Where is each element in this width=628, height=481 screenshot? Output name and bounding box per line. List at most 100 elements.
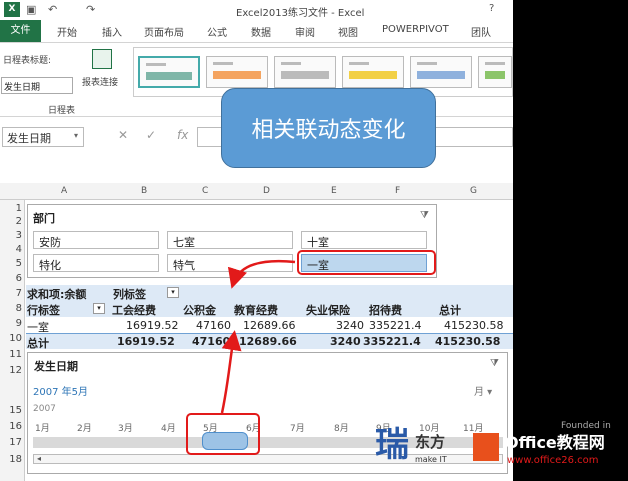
row-header[interactable]: 3 xyxy=(0,230,22,241)
callout-shape[interactable]: 相关联动态变化 xyxy=(221,88,436,168)
column-header-e[interactable]: E xyxy=(331,186,337,196)
pivot-cell[interactable]: 3240 xyxy=(336,319,364,332)
row-header[interactable]: 9 xyxy=(0,318,22,329)
pivot-col-header[interactable]: 失业保险 xyxy=(306,302,350,318)
watermark-founded: Founded in xyxy=(561,421,611,431)
timeline-style-2[interactable] xyxy=(206,56,268,88)
timeline-caption-label: 日程表标题: xyxy=(3,56,52,66)
month-label[interactable]: 2月 xyxy=(77,421,92,434)
pivot-col-header[interactable]: 工会经费 xyxy=(112,302,156,318)
name-box-dropdown-icon[interactable]: ▾ xyxy=(74,131,78,140)
month-label[interactable]: 7月 xyxy=(290,421,305,434)
month-label[interactable]: 4月 xyxy=(161,421,176,434)
clear-filter-icon[interactable]: ⧩ xyxy=(420,210,429,221)
pivot-cell[interactable]: 415230.58 xyxy=(444,319,504,332)
pivot-cell[interactable]: 12689.66 xyxy=(239,335,297,348)
row-header[interactable]: 16 xyxy=(0,421,22,432)
undo-icon[interactable]: ↶ xyxy=(48,3,57,16)
pivot-col-header[interactable]: 教育经费 xyxy=(234,302,278,318)
slicer-item-teqi[interactable]: 特气 xyxy=(167,254,293,272)
pivot-cell[interactable]: 47160 xyxy=(192,335,230,348)
column-header-f[interactable]: F xyxy=(395,186,400,196)
pivot-row-label[interactable]: 行标签 xyxy=(27,302,60,318)
row-header[interactable]: 17 xyxy=(0,437,22,448)
month-label[interactable]: 8月 xyxy=(334,421,349,434)
row-header[interactable]: 10 xyxy=(0,333,22,344)
column-filter-dropdown-icon[interactable]: ▾ xyxy=(167,287,179,298)
title-bar: X ▣ ↶ ↷ Excel2013练习文件 - Excel ? xyxy=(0,0,513,20)
timeline-style-5[interactable] xyxy=(410,56,472,88)
ribbon-tabs: 文件 开始 插入 页面布局 公式 数据 审阅 视图 POWERPIVOT 团队 xyxy=(0,20,513,42)
row-header[interactable]: 18 xyxy=(0,454,22,465)
pivot-cell[interactable]: 47160 xyxy=(196,319,231,332)
timeline-caption-input[interactable]: 发生日期 xyxy=(1,77,73,94)
pivot-cell[interactable]: 16919.52 xyxy=(126,319,179,332)
pivot-cell[interactable]: 335221.4 xyxy=(363,335,421,348)
timeline-year: 2007 xyxy=(33,404,56,414)
pivot-cell[interactable]: 12689.66 xyxy=(243,319,296,332)
pivot-cell[interactable]: 3240 xyxy=(330,335,361,348)
pivot-cell[interactable]: 415230.58 xyxy=(435,335,500,348)
pivot-cell[interactable]: 16919.52 xyxy=(117,335,175,348)
column-header-a[interactable]: A xyxy=(61,186,67,196)
row-header[interactable]: 4 xyxy=(0,244,22,255)
black-margin xyxy=(513,0,628,481)
timeline-style-4[interactable] xyxy=(342,56,404,88)
row-filter-icon[interactable]: ▾ xyxy=(93,303,105,314)
enter-icon[interactable]: ✓ xyxy=(146,128,156,142)
slicer-item-shishi[interactable]: 十室 xyxy=(301,231,427,249)
column-headers: A B C D E F G xyxy=(0,183,513,200)
tab-insert[interactable]: 插入 xyxy=(102,24,122,39)
timeline-style-3[interactable] xyxy=(274,56,336,88)
fx-icon[interactable]: fx xyxy=(177,128,188,142)
pivot-col-header[interactable]: 总计 xyxy=(439,302,461,318)
column-header-c[interactable]: C xyxy=(202,186,208,196)
column-header-b[interactable]: B xyxy=(141,186,147,196)
column-header-g[interactable]: G xyxy=(470,186,477,196)
row-header[interactable]: 15 xyxy=(0,405,22,416)
save-icon[interactable]: ▣ xyxy=(26,3,36,16)
month-label[interactable]: 3月 xyxy=(118,421,133,434)
scroll-left-icon[interactable]: ◂ xyxy=(37,454,41,463)
month-label[interactable]: 1月 xyxy=(35,421,50,434)
row-header[interactable]: 7 xyxy=(0,288,22,299)
pivot-cell[interactable]: 335221.4 xyxy=(369,319,422,332)
tab-review[interactable]: 审阅 xyxy=(295,24,315,39)
report-connections-button[interactable]: 报表连接 xyxy=(82,47,126,95)
tab-team[interactable]: 团队 xyxy=(471,24,491,39)
pivot-col-header[interactable]: 招待费 xyxy=(369,302,402,318)
help-button[interactable]: ? xyxy=(489,3,494,14)
tab-file[interactable]: 文件 xyxy=(0,20,41,42)
tab-home[interactable]: 开始 xyxy=(57,24,77,39)
tab-data[interactable]: 数据 xyxy=(251,24,271,39)
row-header[interactable]: 5 xyxy=(0,258,22,269)
tab-powerpivot[interactable]: POWERPIVOT xyxy=(382,24,449,35)
row-header[interactable]: 2 xyxy=(0,216,22,227)
timeline-style-1[interactable] xyxy=(138,56,200,88)
row-header[interactable]: 8 xyxy=(0,303,22,314)
row-header[interactable]: 1 xyxy=(0,203,22,214)
pivot-cell[interactable]: 总计 xyxy=(27,335,49,351)
column-header-d[interactable]: D xyxy=(263,186,270,196)
tab-view[interactable]: 视图 xyxy=(338,24,358,39)
slicer-item-anfang[interactable]: 安防 xyxy=(33,231,159,249)
tab-formulas[interactable]: 公式 xyxy=(207,24,227,39)
redo-icon[interactable]: ↷ xyxy=(86,3,95,16)
slicer-item-tehua[interactable]: 特化 xyxy=(33,254,159,272)
pivot-value-label[interactable]: 求和项:余额 xyxy=(27,286,86,302)
row-header[interactable]: 12 xyxy=(0,365,22,376)
pivot-col-header[interactable]: 公积金 xyxy=(183,302,216,318)
slicer-item-qishi[interactable]: 七室 xyxy=(167,231,293,249)
row-header[interactable]: 6 xyxy=(0,273,22,284)
timeline-period: 2007 年5月 xyxy=(33,387,88,398)
timeline-unit-dropdown[interactable]: 月 ▾ xyxy=(474,383,492,398)
cancel-icon[interactable]: ✕ xyxy=(118,128,128,142)
watermark-url: www.office26.com xyxy=(507,455,599,466)
timeline-style-6[interactable] xyxy=(478,56,512,88)
tab-page-layout[interactable]: 页面布局 xyxy=(144,24,184,39)
row-header[interactable]: 11 xyxy=(0,349,22,360)
pivot-row: 总计 16919.52 47160 12689.66 3240 335221.4… xyxy=(26,333,513,351)
name-box[interactable]: 发生日期 xyxy=(2,127,84,147)
pivot-column-label[interactable]: 列标签 xyxy=(113,286,146,302)
clear-filter-icon[interactable]: ⧩ xyxy=(490,358,499,369)
